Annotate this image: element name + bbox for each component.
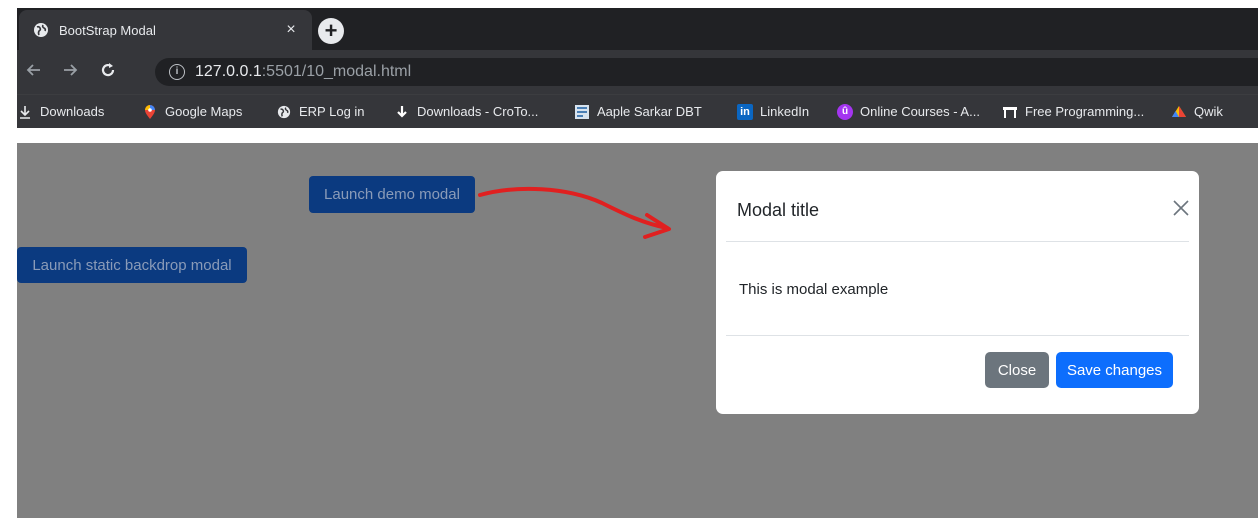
linkedin-icon: in — [737, 103, 753, 120]
bookmark-free-programming[interactable]: Free Programming... — [1002, 95, 1144, 128]
tab-strip: BootStrap Modal × + — [0, 0, 1258, 50]
map-pin-icon — [142, 104, 158, 120]
new-tab-button[interactable]: + — [318, 18, 344, 44]
bookmark-erp-login[interactable]: ERP Log in — [276, 95, 365, 128]
modal-footer-divider — [726, 335, 1189, 336]
globe-icon — [33, 22, 49, 38]
bookmark-google-maps[interactable]: Google Maps — [142, 95, 242, 128]
page-top-gap — [0, 128, 1258, 143]
address-bar[interactable]: i 127.0.0.1:5501/10_modal.html — [155, 58, 1258, 86]
annotation-arrow — [478, 186, 671, 239]
bookmark-label: Google Maps — [165, 104, 243, 119]
launch-static-backdrop-button[interactable]: Launch static backdrop modal — [17, 247, 247, 283]
download-arrow-icon — [394, 104, 410, 120]
save-changes-button[interactable]: Save changes — [1056, 352, 1173, 388]
bookmark-label: Online Courses - A... — [860, 104, 980, 119]
page-viewport: Launch demo modal Launch static backdrop… — [17, 143, 1258, 518]
bookmark-label: Downloads - CroTo... — [417, 104, 539, 119]
bookmark-qwik[interactable]: Qwik — [1171, 95, 1223, 128]
bookmark-label: Downloads — [40, 104, 105, 119]
cloud-icon — [1171, 104, 1187, 120]
info-icon[interactable]: i — [169, 64, 185, 80]
close-icon[interactable] — [1172, 199, 1190, 217]
modal-body-text: This is modal example — [739, 281, 889, 298]
modal-dialog: Modal title This is modal example Close … — [716, 171, 1199, 414]
bookmark-icon — [1002, 104, 1018, 120]
bookmark-online-courses[interactable]: û Online Courses - A... — [837, 95, 980, 128]
udemy-icon: û — [837, 103, 853, 120]
launch-demo-modal-button[interactable]: Launch demo modal — [309, 176, 475, 213]
bookmark-label: ERP Log in — [299, 104, 365, 119]
bookmark-label: Free Programming... — [1025, 104, 1145, 119]
bookmark-aaple-sarkar[interactable]: Aaple Sarkar DBT — [574, 95, 702, 128]
tab-close-icon[interactable]: × — [282, 21, 300, 39]
globe-icon — [276, 104, 292, 120]
bookmark-downloads[interactable]: Downloads — [17, 95, 104, 128]
url-host: 127.0.0.1 — [195, 63, 262, 80]
document-icon — [574, 104, 590, 120]
download-icon — [17, 104, 33, 120]
bookmark-label: Qwik — [1194, 104, 1223, 119]
modal-title: Modal title — [737, 200, 820, 220]
bookmark-linkedin[interactable]: in LinkedIn — [737, 95, 809, 128]
modal-header: Modal title — [726, 171, 1189, 242]
browser-tab[interactable]: BootStrap Modal × — [19, 10, 312, 50]
bookmarks-bar: Downloads Google Maps ERP Log in Downloa… — [17, 94, 1258, 128]
close-button[interactable]: Close — [985, 352, 1049, 388]
reload-icon[interactable] — [97, 61, 119, 83]
back-arrow-icon[interactable] — [23, 61, 45, 83]
url-path: :5501/10_modal.html — [261, 63, 412, 80]
bookmark-label: LinkedIn — [760, 104, 810, 119]
bookmark-label: Aaple Sarkar DBT — [597, 104, 702, 119]
tab-title: BootStrap Modal — [59, 22, 156, 38]
forward-arrow-icon[interactable] — [59, 61, 81, 83]
url-text: 127.0.0.1:5501/10_modal.html — [195, 63, 411, 81]
bookmark-downloads-croto[interactable]: Downloads - CroTo... — [394, 95, 538, 128]
browser-toolbar: i 127.0.0.1:5501/10_modal.html — [17, 50, 1258, 94]
